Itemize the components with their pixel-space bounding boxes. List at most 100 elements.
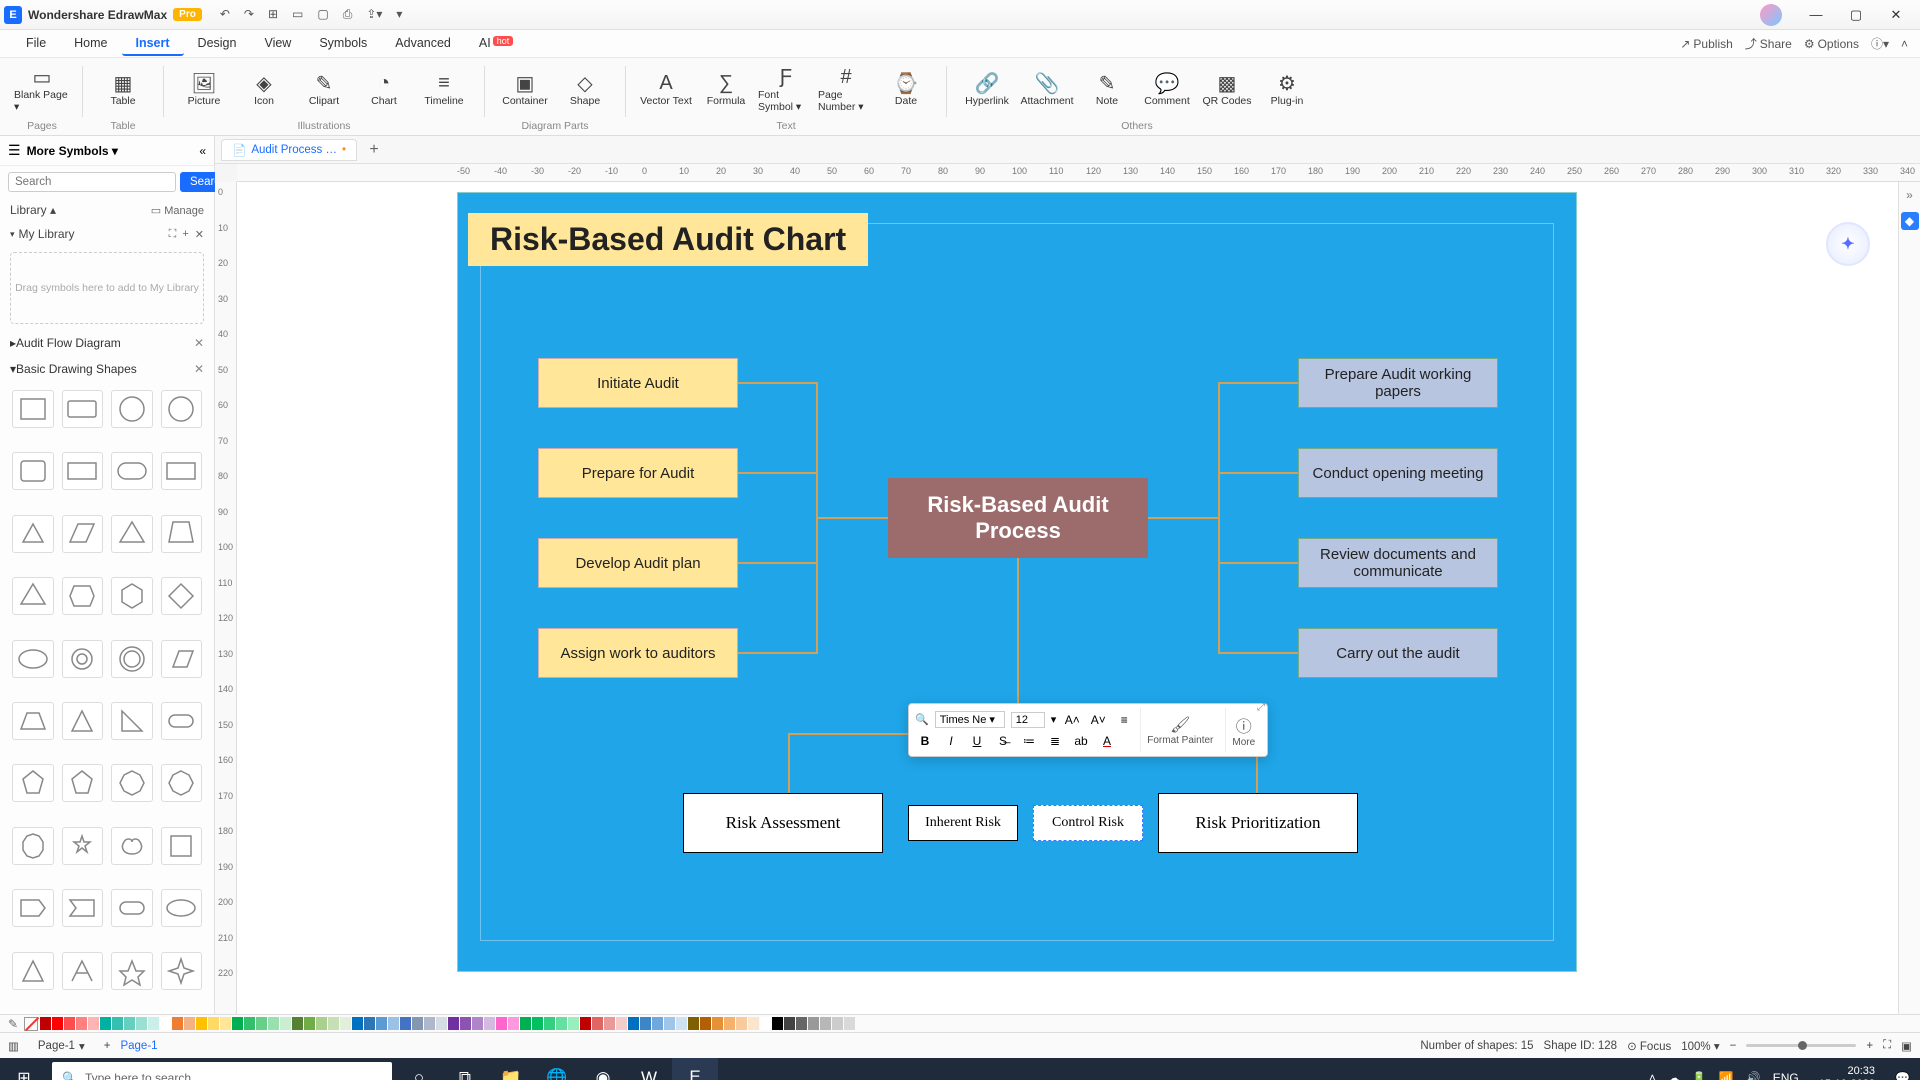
color-swatch[interactable] — [304, 1017, 315, 1030]
page-list-icon[interactable]: ▥ — [8, 1039, 19, 1053]
color-swatch[interactable] — [640, 1017, 651, 1030]
color-swatch[interactable] — [748, 1017, 759, 1030]
color-swatch[interactable] — [652, 1017, 663, 1030]
ribbon-timeline[interactable]: ≡Timeline — [416, 60, 472, 118]
page-selector[interactable]: Page-1 ▾ — [29, 1036, 94, 1056]
shape-stencil-21[interactable] — [62, 702, 104, 740]
box-control-risk[interactable]: Control Risk — [1033, 805, 1143, 841]
edge-icon[interactable]: 🌐 — [534, 1058, 580, 1080]
box-develop-plan[interactable]: Develop Audit plan — [538, 538, 738, 588]
focus-mode-button[interactable]: ⊙ Focus — [1627, 1039, 1671, 1053]
taskbar-search[interactable]: 🔍 Type here to search — [52, 1062, 392, 1080]
user-avatar[interactable] — [1760, 4, 1782, 26]
shape-stencil-1[interactable] — [62, 390, 104, 428]
color-swatch[interactable] — [496, 1017, 507, 1030]
ribbon-icon[interactable]: ◈Icon — [236, 60, 292, 118]
toolbar-pin-icon[interactable]: ⤢ — [1257, 702, 1265, 713]
ribbon-formula[interactable]: ∑Formula — [698, 60, 754, 118]
color-swatch[interactable] — [808, 1017, 819, 1030]
chart-title[interactable]: Risk-Based Audit Chart — [468, 213, 868, 266]
strike-button[interactable]: S̶ — [993, 732, 1013, 750]
panel-title[interactable]: More Symbols ▾ — [27, 144, 194, 158]
box-inherent-risk[interactable]: Inherent Risk — [908, 805, 1018, 841]
menu-file[interactable]: File — [12, 32, 60, 56]
shape-stencil-15[interactable] — [161, 577, 203, 615]
font-size-input[interactable]: 12 — [1011, 712, 1045, 728]
font-size-dropdown[interactable]: ▾ — [1051, 713, 1057, 726]
color-swatch[interactable] — [772, 1017, 783, 1030]
shape-stencil-33[interactable] — [62, 889, 104, 927]
shape-stencil-28[interactable] — [12, 827, 54, 865]
color-swatch[interactable] — [412, 1017, 423, 1030]
color-swatch[interactable] — [700, 1017, 711, 1030]
box-opening-meeting[interactable]: Conduct opening meeting — [1298, 448, 1498, 498]
color-swatch[interactable] — [532, 1017, 543, 1030]
color-swatch[interactable] — [424, 1017, 435, 1030]
italic-button[interactable]: I — [941, 732, 961, 750]
ribbon-attachment[interactable]: 📎Attachment — [1019, 60, 1075, 118]
shape-stencil-20[interactable] — [12, 702, 54, 740]
shape-stencil-14[interactable] — [111, 577, 153, 615]
box-risk-prioritization[interactable]: Risk Prioritization — [1158, 793, 1358, 853]
ribbon-date[interactable]: ⌚Date — [878, 60, 934, 118]
box-review-docs[interactable]: Review documents and communicate — [1298, 538, 1498, 588]
color-swatch[interactable] — [736, 1017, 747, 1030]
ribbon-note[interactable]: ✎Note — [1079, 60, 1135, 118]
color-swatch[interactable] — [208, 1017, 219, 1030]
color-swatch[interactable] — [820, 1017, 831, 1030]
color-swatch[interactable] — [328, 1017, 339, 1030]
shape-stencil-39[interactable] — [161, 952, 203, 990]
my-library-dropzone[interactable]: Drag symbols here to add to My Library — [10, 252, 204, 324]
my-library-section[interactable]: My Library — [19, 227, 75, 241]
start-button[interactable]: ⊞ — [0, 1058, 48, 1080]
shape-stencil-6[interactable] — [111, 452, 153, 490]
mylib-expand-icon[interactable]: ⛶ — [169, 228, 177, 241]
shape-stencil-11[interactable] — [161, 515, 203, 553]
tray-wifi-icon[interactable]: 📶 — [1719, 1071, 1734, 1080]
color-swatch[interactable] — [796, 1017, 807, 1030]
color-swatch[interactable] — [376, 1017, 387, 1030]
color-swatch[interactable] — [484, 1017, 495, 1030]
color-swatch[interactable] — [520, 1017, 531, 1030]
color-swatch[interactable] — [232, 1017, 243, 1030]
qat-print-icon[interactable]: ⎙ — [343, 7, 353, 22]
shape-stencil-23[interactable] — [161, 702, 203, 740]
shape-stencil-24[interactable] — [12, 764, 54, 802]
color-swatch[interactable] — [508, 1017, 519, 1030]
options-button[interactable]: ⚙ Options — [1804, 37, 1859, 51]
bold-button[interactable]: B — [915, 732, 935, 750]
color-swatch[interactable] — [112, 1017, 123, 1030]
shape-stencil-13[interactable] — [62, 577, 104, 615]
shape-stencil-16[interactable] — [12, 640, 54, 678]
tray-onedrive-icon[interactable]: ☁ — [1668, 1071, 1680, 1080]
shape-stencil-22[interactable] — [111, 702, 153, 740]
color-swatch[interactable] — [292, 1017, 303, 1030]
tray-battery-icon[interactable]: 🔋 — [1692, 1071, 1707, 1080]
ribbon-plug-in[interactable]: ⚙Plug-in — [1259, 60, 1315, 118]
color-swatch[interactable] — [568, 1017, 579, 1030]
color-swatch[interactable] — [268, 1017, 279, 1030]
menu-ai[interactable]: AIhot — [465, 32, 527, 56]
more-options-button[interactable]: ⓘ More — [1225, 708, 1261, 752]
zoom-level[interactable]: 100% ▾ — [1681, 1039, 1719, 1053]
color-swatch[interactable] — [40, 1017, 51, 1030]
word-icon[interactable]: W — [626, 1058, 672, 1080]
color-swatch[interactable] — [136, 1017, 147, 1030]
shape-stencil-2[interactable] — [111, 390, 153, 428]
color-swatch[interactable] — [400, 1017, 411, 1030]
color-swatch[interactable] — [244, 1017, 255, 1030]
shrink-font-button[interactable]: A˅ — [1088, 711, 1108, 729]
file-explorer-icon[interactable]: 📁 — [488, 1058, 534, 1080]
notifications-icon[interactable]: 💬 — [1895, 1071, 1910, 1080]
color-swatch[interactable] — [196, 1017, 207, 1030]
qat-more-icon[interactable]: ▾ — [396, 7, 402, 22]
shape-stencil-31[interactable] — [161, 827, 203, 865]
color-swatch[interactable] — [124, 1017, 135, 1030]
redo-button[interactable]: ↷ — [244, 7, 254, 22]
color-swatch[interactable] — [760, 1017, 771, 1030]
tray-volume-icon[interactable]: 🔊 — [1746, 1071, 1761, 1080]
color-swatch[interactable] — [148, 1017, 159, 1030]
eyedropper-icon[interactable]: ✎ — [8, 1017, 18, 1031]
color-swatch[interactable] — [460, 1017, 471, 1030]
zoom-out-button[interactable]: − — [1730, 1040, 1737, 1052]
